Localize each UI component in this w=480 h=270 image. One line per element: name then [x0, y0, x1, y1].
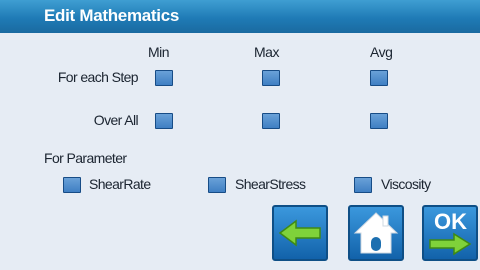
- over-all-max-checkbox[interactable]: [262, 113, 280, 129]
- column-header-min: Min: [148, 44, 170, 60]
- viscosity-checkbox[interactable]: [354, 177, 372, 193]
- title-bar: Edit Mathematics: [0, 0, 480, 33]
- column-header-avg: Avg: [370, 44, 393, 60]
- home-icon: [353, 212, 399, 254]
- over-all-avg-checkbox[interactable]: [370, 113, 388, 129]
- each-step-min-checkbox[interactable]: [155, 70, 173, 86]
- column-header-max: Max: [254, 44, 279, 60]
- back-button[interactable]: [272, 205, 328, 261]
- ok-button[interactable]: OK: [422, 205, 478, 261]
- shearrate-label: ShearRate: [89, 176, 151, 192]
- over-all-min-checkbox[interactable]: [155, 113, 173, 129]
- parameter-heading: For Parameter: [44, 150, 127, 166]
- row-label-each-step: For each Step: [57, 69, 139, 85]
- viscosity-label: Viscosity: [381, 176, 431, 192]
- each-step-max-checkbox[interactable]: [262, 70, 280, 86]
- row-label-over-all: Over All: [93, 112, 139, 128]
- window-title: Edit Mathematics: [44, 6, 180, 25]
- home-button[interactable]: [348, 205, 404, 261]
- right-arrow-icon: [429, 232, 472, 256]
- shearstress-checkbox[interactable]: [208, 177, 226, 193]
- left-arrow-icon: [278, 219, 321, 247]
- shearrate-checkbox[interactable]: [63, 177, 81, 193]
- shearstress-label: ShearStress: [235, 176, 306, 192]
- each-step-avg-checkbox[interactable]: [370, 70, 388, 86]
